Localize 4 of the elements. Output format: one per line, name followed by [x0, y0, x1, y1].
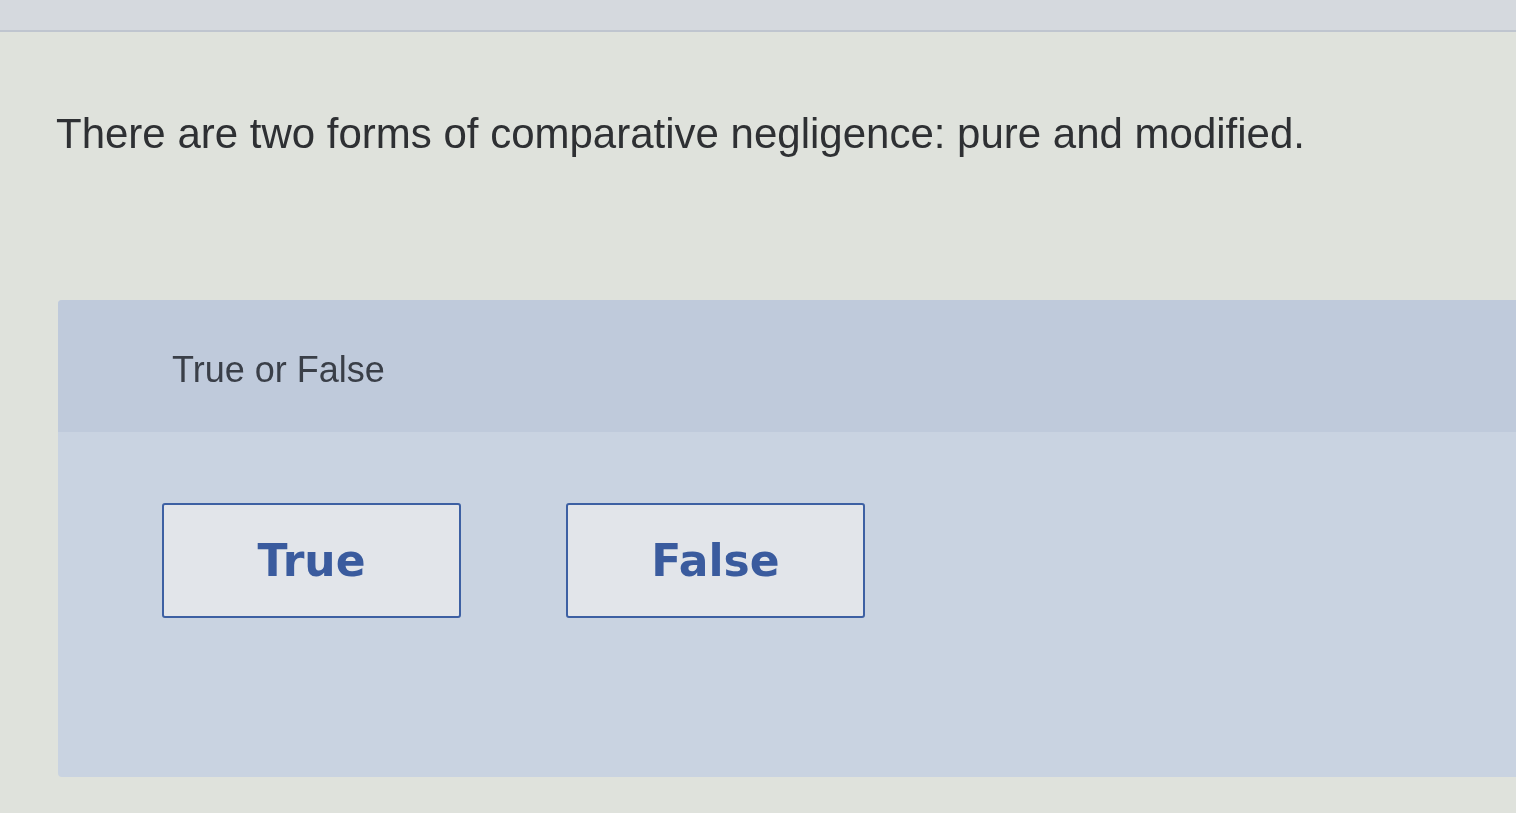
prompt-text: True or False: [172, 349, 385, 391]
question-text: There are two forms of comparative negligence: pure and modified.: [56, 110, 1305, 158]
answer-option-button[interactable]: False: [566, 503, 865, 618]
answer-option-button[interactable]: True: [162, 503, 461, 618]
